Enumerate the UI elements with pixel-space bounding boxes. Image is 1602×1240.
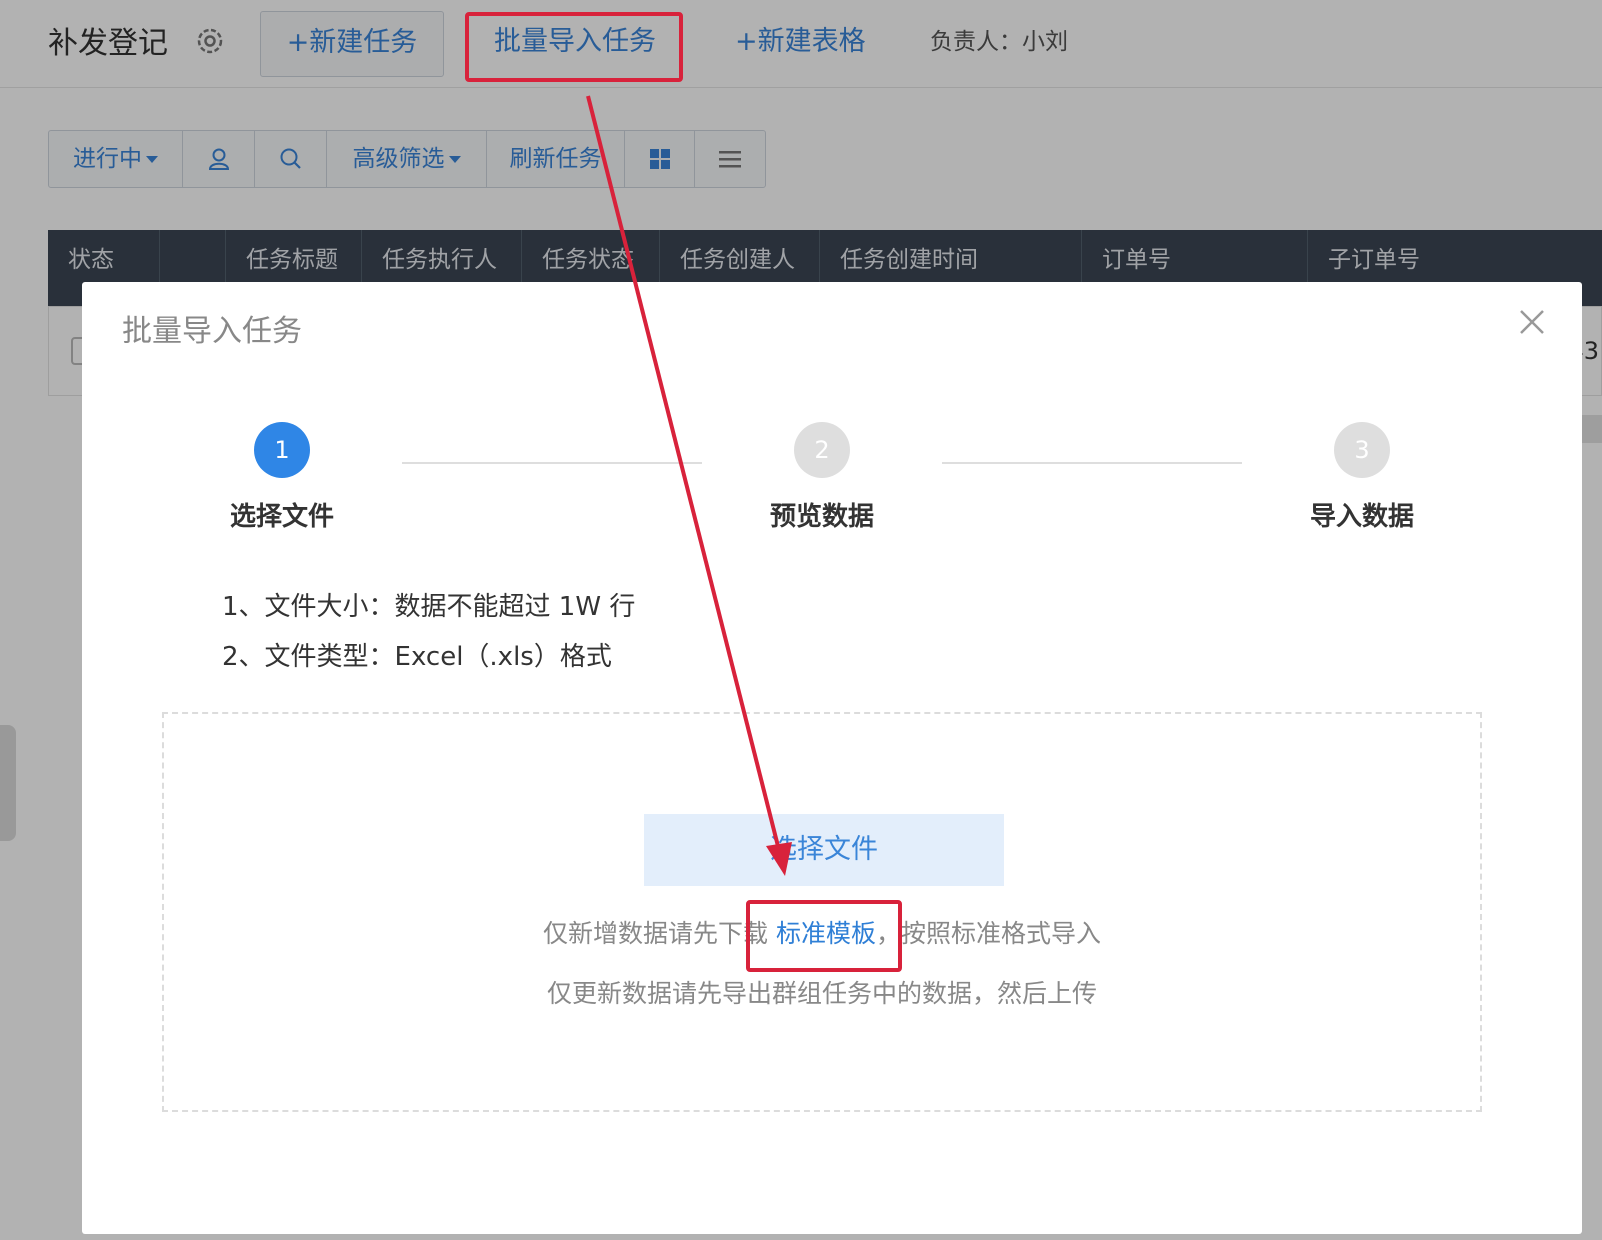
requirement-size: 1、文件大小：数据不能超过 1W 行 [222, 592, 636, 622]
update-hint: 仅更新数据请先导出群组任务中的数据，然后上传 [546, 979, 1097, 1008]
step-connector [402, 462, 702, 464]
step-number: 2 [794, 422, 850, 478]
step-connector [942, 462, 1242, 464]
step-3: 3 导入数据 [1272, 422, 1452, 533]
step-2: 2 预览数据 [732, 422, 912, 533]
requirement-type: 2、文件类型：Excel（.xls）格式 [222, 642, 612, 672]
template-hint-suffix: ，按照标准格式导入 [875, 919, 1101, 948]
step-label: 预览数据 [769, 502, 874, 532]
choose-file-button[interactable]: 选择文件 [644, 814, 1004, 886]
dialog-title: 批量导入任务 [122, 314, 302, 349]
annotation-highlight-import [465, 12, 683, 82]
close-icon[interactable] [1514, 304, 1550, 340]
step-number: 1 [254, 422, 310, 478]
template-hint-prefix: 仅新增数据请先下载 [543, 919, 776, 948]
file-requirements: 1、文件大小：数据不能超过 1W 行 2、文件类型：Excel（.xls）格式 [222, 582, 635, 682]
step-label: 导入数据 [1309, 502, 1414, 532]
annotation-highlight-template [746, 900, 902, 972]
step-label: 选择文件 [229, 502, 334, 532]
step-1: 1 选择文件 [192, 422, 372, 533]
step-number: 3 [1334, 422, 1390, 478]
batch-import-dialog: 批量导入任务 1 选择文件 2 预览数据 3 导入数据 1、文件大小：数据不能超… [82, 282, 1582, 1234]
